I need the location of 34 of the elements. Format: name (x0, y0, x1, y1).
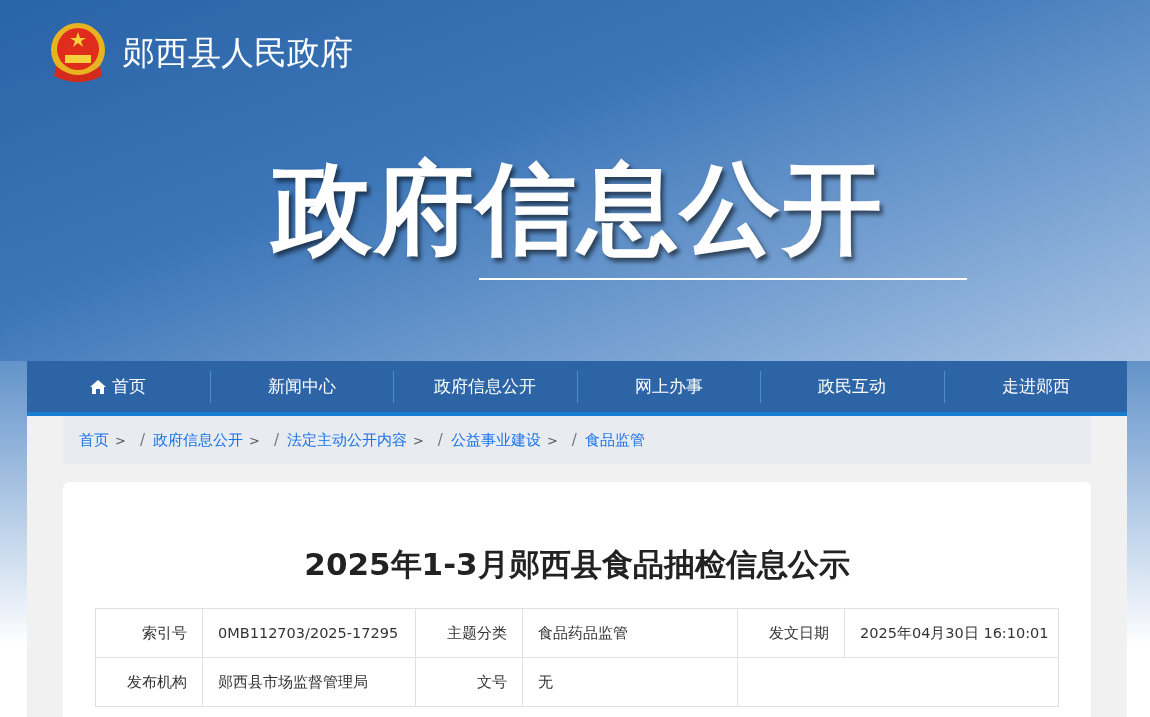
breadcrumb-separator: / (437, 431, 443, 449)
meta-label: 主题分类 (416, 609, 523, 658)
site-name: 郧西县人民政府 (122, 31, 353, 74)
nav-link[interactable]: 首页 (27, 370, 210, 403)
breadcrumb-arrow: > (115, 432, 126, 448)
nav-link[interactable]: 政府信息公开 (393, 370, 577, 403)
breadcrumb-separator: / (139, 431, 145, 449)
emblem-icon (48, 22, 108, 84)
meta-value: 0MB112703/2025-17295 (203, 609, 416, 658)
meta-value: 无 (523, 658, 738, 707)
meta-label: 文号 (416, 658, 523, 707)
breadcrumb-arrow: > (248, 432, 260, 448)
meta-label: 索引号 (96, 609, 203, 658)
nav-link[interactable]: 新闻中心 (209, 370, 393, 403)
meta-value: 食品药品监管 (523, 609, 738, 658)
breadcrumb-link[interactable]: 政府信息公开 (152, 430, 243, 450)
breadcrumb-link[interactable]: 食品监管 (584, 430, 645, 450)
meta-value: 2025年04月30日 16:10:01 (845, 609, 1059, 658)
breadcrumb-arrow: > (412, 432, 424, 448)
meta-value: 郧西县市场监督管理局 (203, 658, 416, 707)
home-icon (90, 379, 107, 394)
nav-link[interactable]: 网上办事 (576, 370, 760, 403)
meta-label: 发文日期 (738, 609, 845, 658)
breadcrumb-link[interactable]: 首页 (79, 430, 109, 450)
breadcrumb-separator: / (273, 431, 279, 449)
meta-label: 发布机构 (96, 658, 203, 707)
article-title: 2025年1-3月郧西县食品抽检信息公示 (303, 545, 851, 584)
banner-title: 政府信息公开 (272, 154, 884, 264)
nav-link[interactable]: 走进郧西 (943, 370, 1127, 403)
breadcrumb-link[interactable]: 法定主动公开内容 (286, 430, 407, 450)
breadcrumb-separator: / (571, 431, 577, 449)
breadcrumb-link[interactable]: 公益事业建设 (450, 430, 541, 450)
nav-link[interactable]: 政民互动 (760, 370, 944, 403)
breadcrumb-arrow: > (546, 432, 558, 448)
